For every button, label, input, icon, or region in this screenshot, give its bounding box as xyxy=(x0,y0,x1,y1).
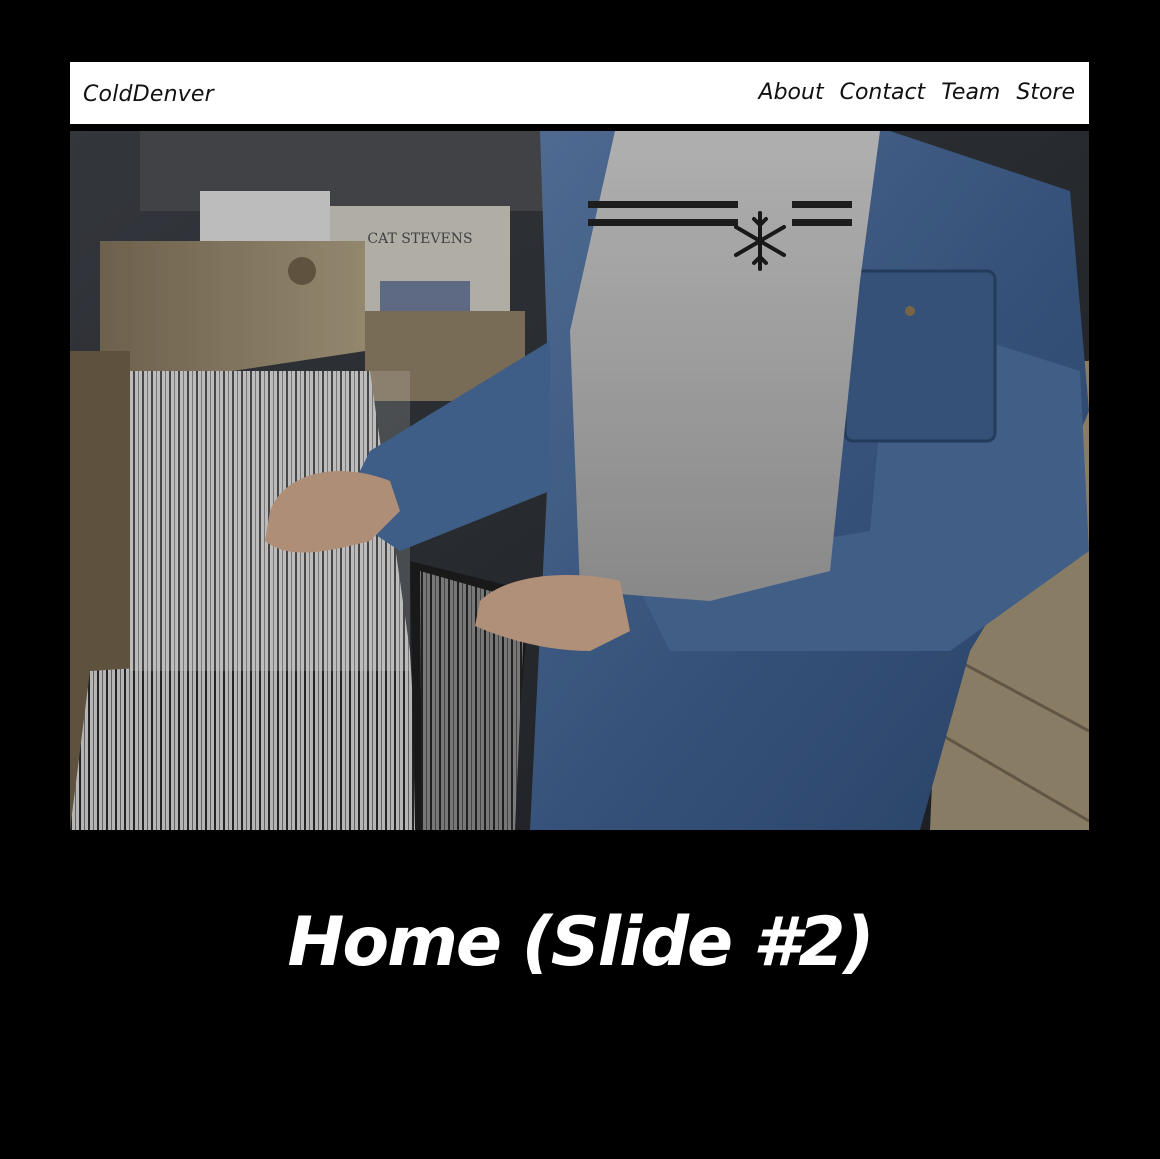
nav-links: About Contact Team Store xyxy=(759,62,1075,124)
hero-image: CAT STEVENS xyxy=(70,131,1089,830)
top-navbar: ColdDenver About Contact Team Store xyxy=(70,62,1089,124)
slide-caption: Home (Slide #2) xyxy=(287,903,874,982)
nav-item-store[interactable]: Store xyxy=(1016,60,1075,126)
brand-logo[interactable]: ColdDenver xyxy=(83,62,214,124)
nav-item-team[interactable]: Team xyxy=(941,60,1000,126)
hero-illustration: CAT STEVENS xyxy=(70,131,1089,830)
nav-item-about[interactable]: About xyxy=(759,60,824,126)
nav-item-contact[interactable]: Contact xyxy=(840,60,926,126)
